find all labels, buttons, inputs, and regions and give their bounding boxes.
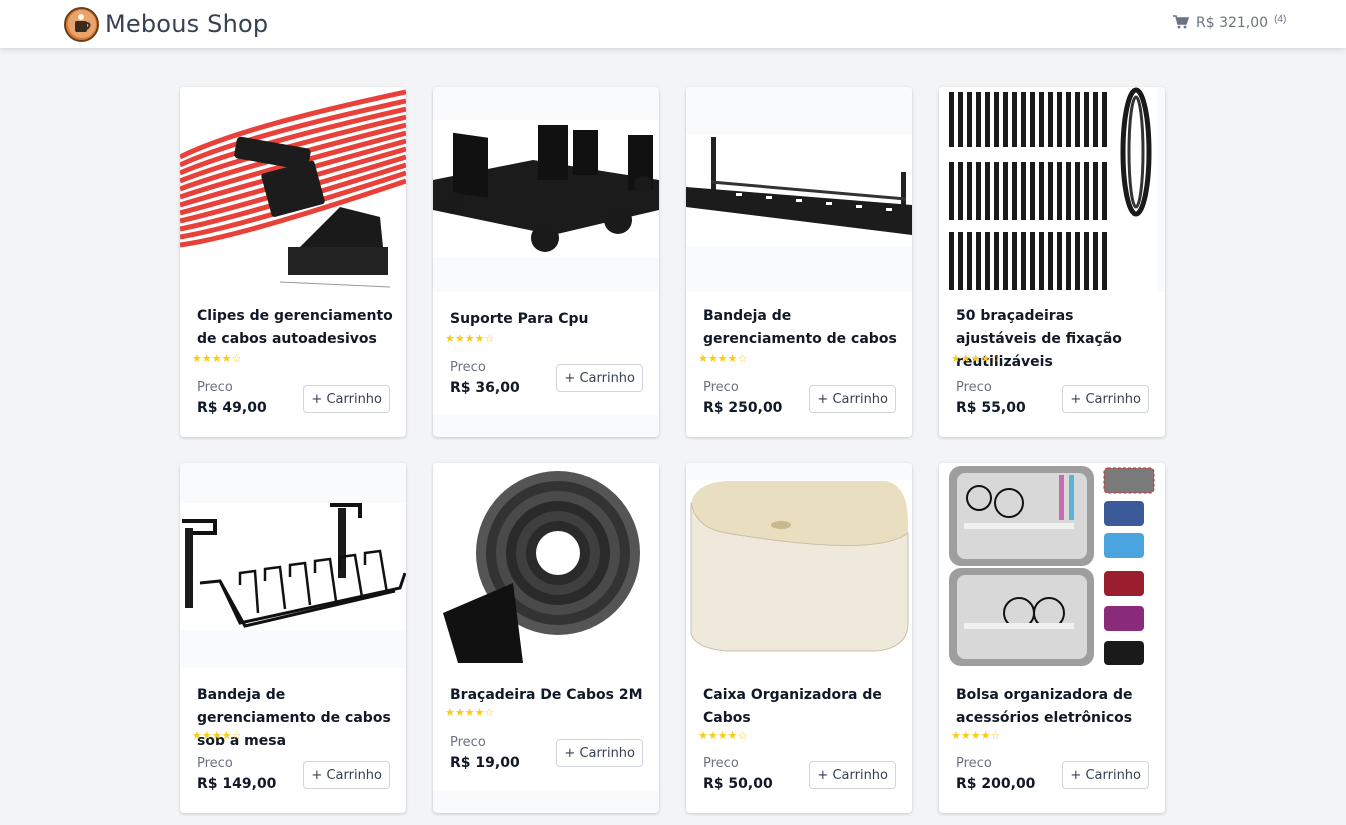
price-label: Preco bbox=[197, 756, 233, 771]
rating-stars: ★★★★☆ bbox=[698, 730, 748, 742]
rating-stars: ★★★★☆ bbox=[698, 353, 748, 365]
price-label: Preco bbox=[703, 380, 739, 395]
product-title[interactable]: Clipes de gerenciamento de cabos autoade… bbox=[197, 305, 397, 351]
add-to-cart-button[interactable]: + Carrinho bbox=[556, 364, 643, 392]
product-title[interactable]: Suporte Para Cpu bbox=[450, 308, 650, 331]
electronics-bag-image bbox=[939, 463, 1165, 668]
cart-total: R$ 321,00 bbox=[1196, 15, 1269, 31]
rating-stars: ★★★★☆ bbox=[445, 333, 495, 345]
add-to-cart-button[interactable]: + Carrinho bbox=[1062, 385, 1149, 413]
add-to-cart-button[interactable]: + Carrinho bbox=[303, 761, 390, 789]
product-title[interactable]: Braçadeira De Cabos 2M bbox=[450, 684, 650, 707]
product-price: R$ 149,00 bbox=[197, 776, 277, 792]
product-price: R$ 19,00 bbox=[450, 755, 520, 771]
brand-link[interactable]: Mebous Shop bbox=[64, 4, 268, 44]
product-card: Suporte Para Cpu ★★★★☆ Preco R$ 36,00 + … bbox=[433, 87, 659, 437]
product-card: Caixa Organizadora de Cabos ★★★★☆ Preco … bbox=[686, 463, 912, 813]
coffee-logo-icon bbox=[64, 6, 99, 42]
rating-stars: ★★★★☆ bbox=[951, 730, 1001, 742]
add-to-cart-button[interactable]: + Carrinho bbox=[303, 385, 390, 413]
add-to-cart-button[interactable]: + Carrinho bbox=[809, 385, 896, 413]
product-card: Bandeja de gerenciamento de cabos sob a … bbox=[180, 463, 406, 813]
price-label: Preco bbox=[197, 380, 233, 395]
product-title[interactable]: Bandeja de gerenciamento de cabos bbox=[703, 305, 903, 351]
price-label: Preco bbox=[450, 360, 486, 375]
product-price: R$ 55,00 bbox=[956, 400, 1026, 416]
cart-count: (4) bbox=[1274, 13, 1287, 25]
red-cables-clip-image bbox=[180, 87, 406, 292]
navbar: Mebous Shop R$ 321,00 (4) bbox=[0, 0, 1346, 48]
product-card: Clipes de gerenciamento de cabos autoade… bbox=[180, 87, 406, 437]
cart-summary[interactable]: R$ 321,00 (4) bbox=[1173, 13, 1286, 33]
velcro-roll-image bbox=[433, 463, 659, 668]
product-price: R$ 36,00 bbox=[450, 380, 520, 396]
product-price: R$ 200,00 bbox=[956, 776, 1036, 792]
add-to-cart-button[interactable]: + Carrinho bbox=[556, 739, 643, 767]
rating-stars: ★★★★☆ bbox=[445, 707, 495, 719]
cable-box-image bbox=[686, 463, 912, 668]
add-to-cart-button[interactable]: + Carrinho bbox=[809, 761, 896, 789]
price-label: Preco bbox=[703, 756, 739, 771]
product-card: Bandeja de gerenciamento de cabos ★★★★☆ … bbox=[686, 87, 912, 437]
product-price: R$ 250,00 bbox=[703, 400, 783, 416]
price-label: Preco bbox=[450, 735, 486, 750]
cpu-stand-image bbox=[433, 120, 659, 292]
cart-icon bbox=[1173, 14, 1190, 32]
product-card: Braçadeira De Cabos 2M ★★★★☆ Preco R$ 19… bbox=[433, 463, 659, 813]
product-title[interactable]: Bandeja de gerenciamento de cabos sob a … bbox=[197, 684, 397, 753]
product-price: R$ 50,00 bbox=[703, 776, 773, 792]
price-label: Preco bbox=[956, 756, 992, 771]
velcro-straps-image bbox=[939, 87, 1165, 292]
product-price: R$ 49,00 bbox=[197, 400, 267, 416]
rating-stars: ★★★★☆ bbox=[951, 353, 1001, 365]
desk-cable-basket-image bbox=[180, 463, 406, 668]
product-card: 50 braçadeiras ajustáveis de fixação reu… bbox=[939, 87, 1165, 437]
rating-stars: ★★★★☆ bbox=[192, 730, 242, 742]
cable-tray-image bbox=[686, 87, 912, 292]
shop-name: Mebous Shop bbox=[105, 10, 269, 38]
product-title[interactable]: Caixa Organizadora de Cabos bbox=[703, 684, 903, 730]
rating-stars: ★★★★☆ bbox=[192, 353, 242, 365]
product-title[interactable]: Bolsa organizadora de acessórios eletrôn… bbox=[956, 684, 1156, 730]
price-label: Preco bbox=[956, 380, 992, 395]
add-to-cart-button[interactable]: + Carrinho bbox=[1062, 761, 1149, 789]
product-card: Bolsa organizadora de acessórios eletrôn… bbox=[939, 463, 1165, 813]
